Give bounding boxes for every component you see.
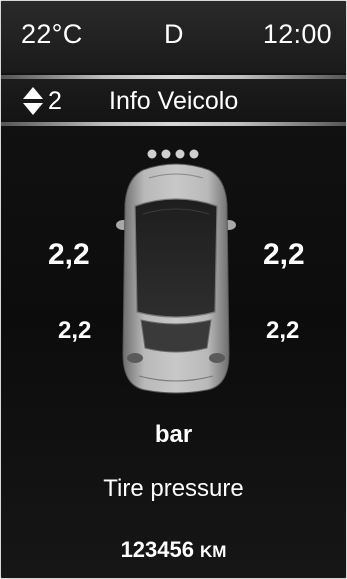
clock: 12:00 <box>262 19 332 49</box>
up-down-arrows-icon[interactable] <box>22 86 44 116</box>
screen-caption: Tire pressure <box>103 475 244 502</box>
car-top-view-icon <box>116 149 236 394</box>
menu-page-index: 2 <box>48 87 62 115</box>
menu-bar[interactable]: 2 Info Veicolo <box>1 79 346 122</box>
status-bar: 22°C D 12:00 <box>1 1 346 73</box>
odometer-unit: KM <box>199 542 227 561</box>
tire-pressure-front-right: 2,2 <box>263 238 305 271</box>
outside-temperature: 22°C <box>21 19 83 49</box>
sensor-dots <box>147 149 199 159</box>
odometer-value: 123456 <box>120 537 194 562</box>
pressure-unit: bar <box>154 421 193 448</box>
separator <box>1 122 346 126</box>
tire-pressure-rear-left: 2,2 <box>58 317 92 344</box>
tire-pressure-front-left: 2,2 <box>48 238 90 271</box>
gear-indicator: D <box>164 19 184 49</box>
tire-pressure-rear-right: 2,2 <box>266 317 300 344</box>
display-screen: 22°C D 12:00 2 Info Veicolo 2,2 2,2 2,2 … <box>0 0 347 579</box>
odometer: 123456 KM <box>1 537 346 563</box>
menu-title: Info Veicolo <box>109 87 239 115</box>
